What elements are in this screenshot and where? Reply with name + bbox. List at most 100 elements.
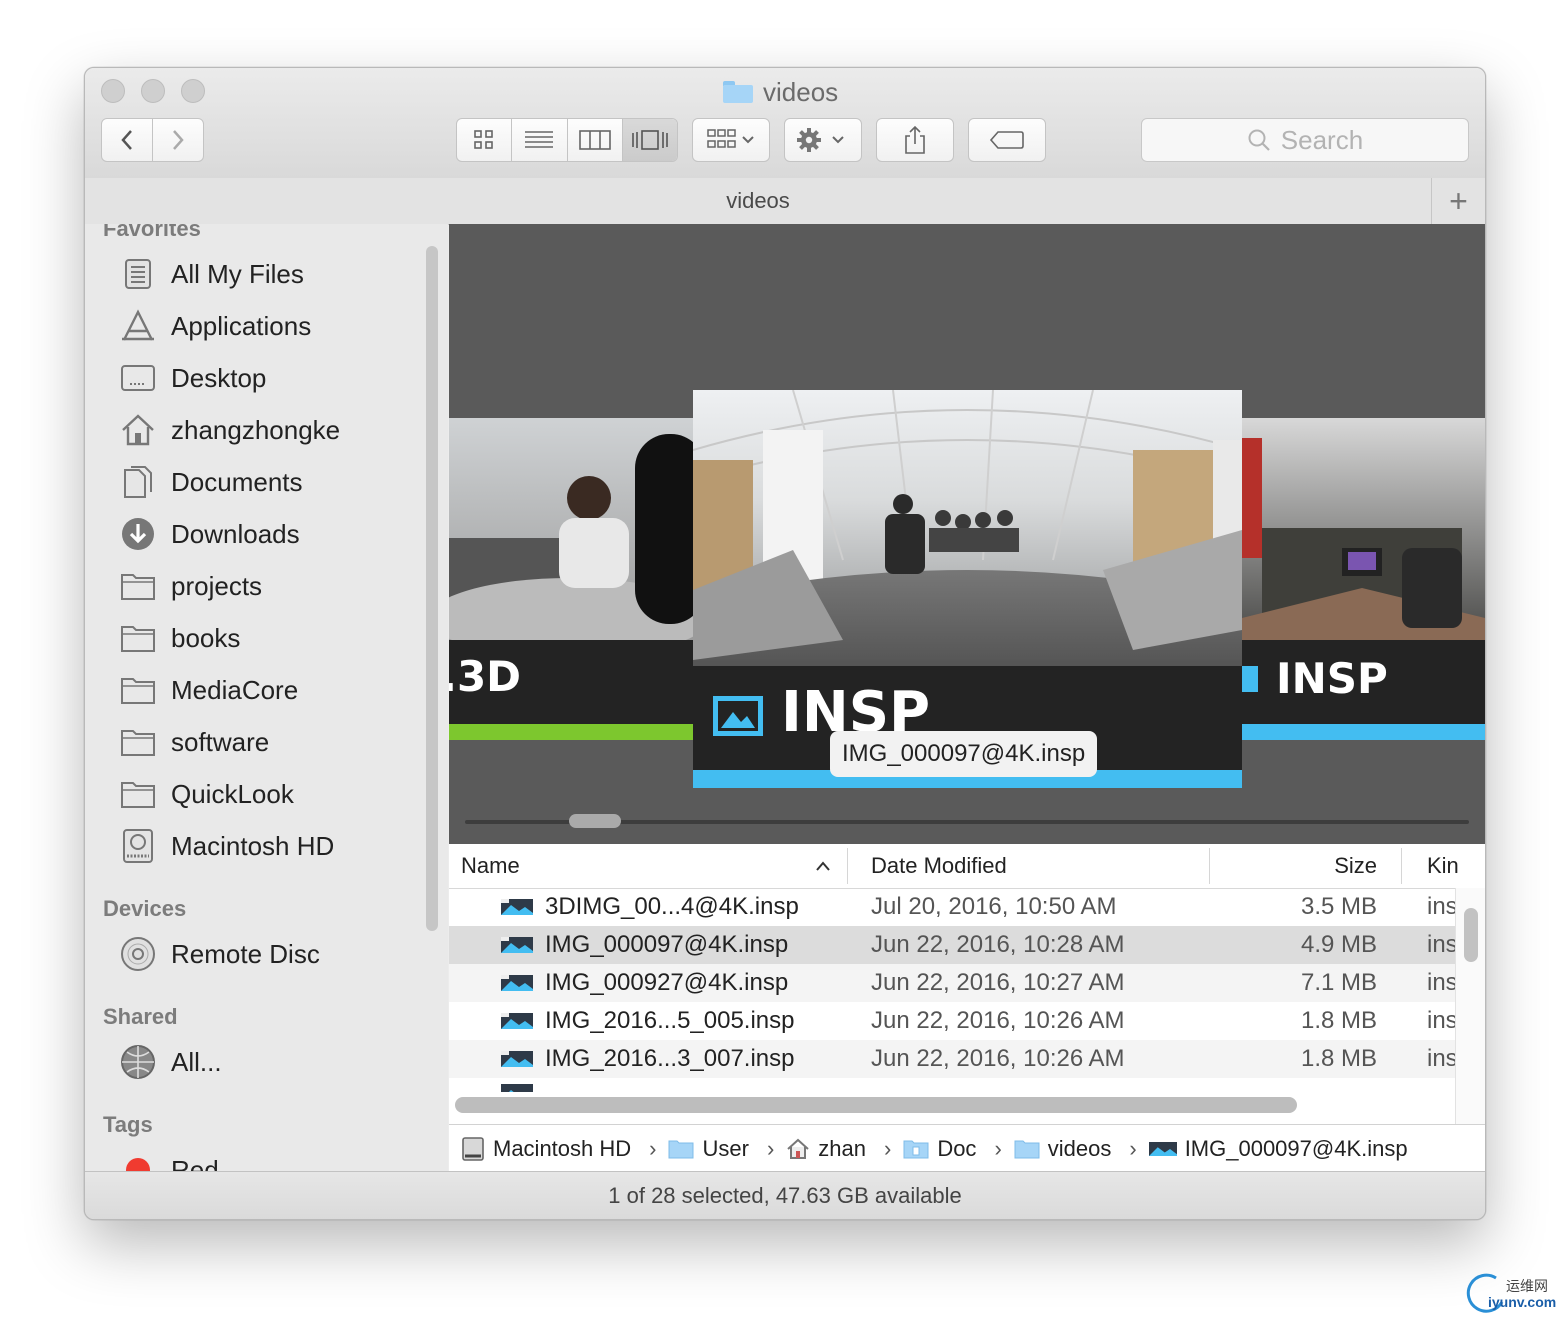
sidebar-item-macintosh-hd[interactable]: Macintosh HD [119,826,334,866]
tag-icon [989,131,1024,149]
view-mode-selector[interactable] [456,118,678,162]
icon-view-button[interactable] [457,119,513,161]
sidebar-item-downloads[interactable]: Downloads [119,514,300,554]
table-row[interactable]: 3DIMG_00...4@4K.insp Jul 20, 2016, 10:50… [449,888,1455,926]
cell-name: IMG_2016...3_007.insp [545,1045,795,1072]
status-bar: 1 of 28 selected, 47.63 GB available [85,1171,1485,1219]
sidebar-item-books[interactable]: books [119,618,240,658]
table-row-selected[interactable]: IMG_000097@4K.insp Jun 22, 2016, 10:28 A… [449,926,1455,964]
tab-videos[interactable]: videos [85,178,1431,224]
panorama-thumbnail [693,390,1242,666]
insp-file-icon [1148,1141,1177,1156]
forward-button[interactable] [152,118,204,162]
panorama-thumbnail [449,418,693,640]
table-row-partial[interactable] [449,1078,1455,1092]
back-button[interactable] [101,118,153,162]
column-separator[interactable] [1209,848,1210,884]
chevron-right-icon: › [883,1135,892,1161]
cover-flow-view-button[interactable] [622,119,677,161]
zoom-button[interactable] [181,79,205,103]
red-tag-dot-icon [119,1152,157,1171]
column-view-icon [578,130,611,150]
documents-folder-icon [903,1140,929,1158]
list-view-button[interactable] [512,119,568,161]
sort-ascending-icon [816,861,830,871]
file-list: Name Date Modified Size Kin 3DIMG_00...4… [449,844,1485,1124]
applications-icon [119,308,157,344]
cell-size: 1.8 MB [1300,1007,1377,1034]
cover-center-selected[interactable]: INSP [693,390,1242,788]
gear-icon [797,128,844,152]
edit-tags-button[interactable] [968,118,1046,162]
arrange-menu-button[interactable] [692,118,770,162]
sidebar-item-label: Documents [171,466,303,497]
table-row[interactable]: IMG_000927@4K.insp Jun 22, 2016, 10:27 A… [449,964,1455,1002]
list-view-icon [525,131,554,148]
sidebar-item-quicklook[interactable]: QuickLook [119,774,294,814]
cover-flow-scrollbar-knob[interactable] [569,814,621,828]
folder-icon [119,672,157,708]
sidebar-item-label: Remote Disc [171,938,320,969]
sidebar-item-all-shared[interactable]: All... [119,1042,222,1082]
sidebar-item-zhangzhongke[interactable]: zhangzhongke [119,410,340,450]
filename-tooltip: IMG_000097@4K.insp [830,731,1098,777]
column-view-button[interactable] [568,119,623,161]
sidebar-item-remote-disc[interactable]: Remote Disc [119,934,320,974]
close-button[interactable] [101,79,125,103]
cell-kind: ins [1427,1045,1455,1072]
path-item-file[interactable]: IMG_000097@4K.insp [1137,1136,1408,1162]
sidebar-item-label: books [171,622,241,653]
scrollbar-knob[interactable] [1464,908,1478,962]
cell-date: Jun 22, 2016, 10:26 AM [871,1007,1125,1034]
column-header-name[interactable]: Name [461,844,520,888]
sidebar-item-software[interactable]: software [119,722,269,762]
table-row[interactable]: IMG_2016...3_007.insp Jun 22, 2016, 10:2… [449,1040,1455,1078]
cover-flow[interactable]: .3D INSP INSP IMG_000097@4K.insp [449,224,1485,844]
sidebar-item-label: software [171,726,270,757]
folder-icon [119,724,157,760]
sidebar-item-label: zhangzhongke [171,414,341,445]
path-item-label: IMG_000097@4K.insp [1184,1135,1408,1161]
sidebar-item-projects[interactable]: projects [119,566,262,606]
sidebar-item-all-my-files[interactable]: All My Files [119,254,304,294]
path-item-home[interactable]: zhan › [774,1136,891,1162]
search-placeholder: Search [1280,124,1364,155]
share-button[interactable] [876,118,954,162]
path-item-macintosh-hd[interactable]: Macintosh HD › [449,1136,656,1162]
path-item-users[interactable]: User › [656,1136,774,1162]
column-header-kind[interactable]: Kin [1427,844,1459,888]
path-item-documents[interactable]: Doc › [891,1136,1002,1162]
hard-drive-icon [119,828,157,864]
list-horizontal-scrollbar[interactable] [455,1097,1297,1113]
sidebar-item-label: All... [171,1046,222,1077]
cover-left-label: .3D [449,652,522,701]
sidebar-item-tag-red[interactable]: Red [119,1150,219,1171]
path-item-label: Macintosh HD [493,1135,632,1161]
new-tab-button[interactable]: + [1431,178,1485,224]
list-vertical-scrollbar[interactable] [1455,888,1485,1124]
table-row[interactable]: IMG_2016...5_005.insp Jun 22, 2016, 10:2… [449,1002,1455,1040]
minimize-button[interactable] [141,79,165,103]
column-header-date[interactable]: Date Modified [871,844,1007,888]
sidebar-section-favorites: Favorites [103,224,201,241]
column-separator[interactable] [847,848,848,884]
sidebar-item-applications[interactable]: Applications [119,306,311,346]
network-icon [119,1044,157,1080]
insp-file-icon [501,975,533,991]
action-menu-button[interactable] [784,118,862,162]
sidebar-scrollbar[interactable] [426,246,438,931]
documents-icon [119,464,157,500]
path-item-label: zhan [818,1135,866,1161]
sidebar-item-documents[interactable]: Documents [119,462,303,502]
column-header-size[interactable]: Size [1229,844,1377,888]
path-item-videos[interactable]: videos › [1002,1136,1137,1162]
sidebar-item-label: projects [171,570,263,601]
cell-date: Jun 22, 2016, 10:27 AM [871,969,1125,996]
search-field[interactable]: Search [1141,118,1469,162]
sidebar-item-mediacore[interactable]: MediaCore [119,670,298,710]
cover-left[interactable]: .3D [449,418,693,740]
insp-file-icon [501,937,533,953]
sidebar-item-desktop[interactable]: Desktop [119,358,266,398]
column-separator[interactable] [1401,848,1402,884]
cover-right[interactable]: INSP [1242,418,1485,740]
